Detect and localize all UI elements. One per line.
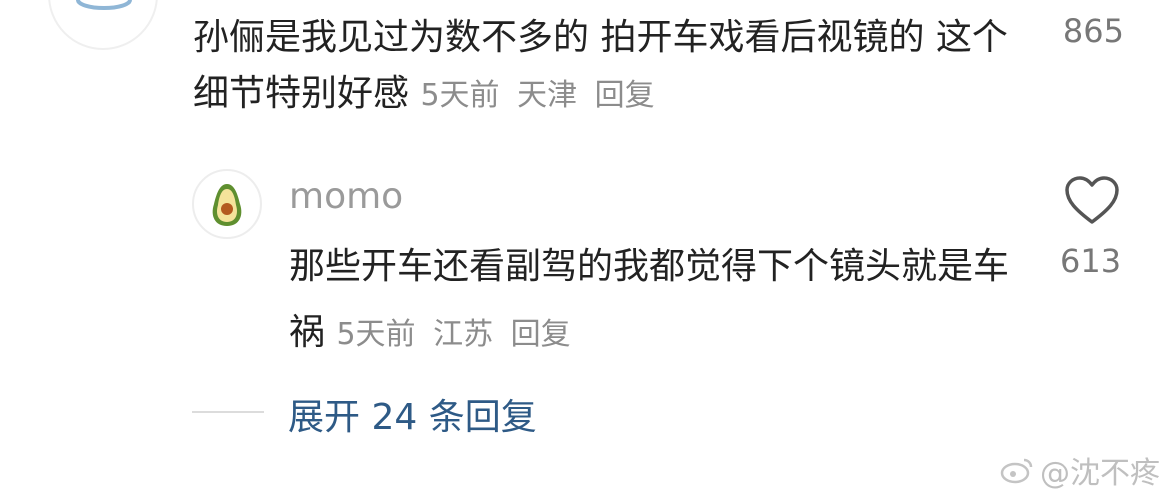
reply-link[interactable]: 回复 [595,78,655,113]
comment-meta: 5天前 天津 回复 [420,78,662,113]
avocado-avatar-icon [212,184,242,226]
comment-body: 孙俪是我见过为数不多的 拍开车戏看后视镜的 这个细节特别好感 5天前 天津 回复 [193,10,1013,124]
expand-replies-button[interactable]: 展开 24 条回复 [288,388,537,440]
watermark: @沈不疼 [1000,448,1160,492]
weibo-logo-icon [1000,458,1033,484]
reply-like-count[interactable]: 613 [1060,242,1121,280]
planet-avatar-icon [76,0,132,10]
avatar[interactable] [48,0,158,50]
reply-body: 那些开车还看副驾的我都觉得下个镜头就是车祸 5天前 江苏 回复 [289,234,1009,368]
watermark-text: @沈不疼 [1040,456,1160,491]
reply-link[interactable]: 回复 [511,317,571,352]
reply-location: 江苏 [433,317,494,352]
heart-icon[interactable] [1064,176,1120,230]
reply-avatar[interactable] [192,169,262,239]
comment-location: 天津 [517,78,578,113]
comment-time: 5天前 [420,78,500,113]
reply-meta: 5天前 江苏 回复 [336,317,578,352]
divider [192,411,264,413]
reply-author[interactable]: momo [289,176,403,217]
comment-like-count[interactable]: 865 [1063,12,1124,50]
reply-time: 5天前 [336,317,416,352]
